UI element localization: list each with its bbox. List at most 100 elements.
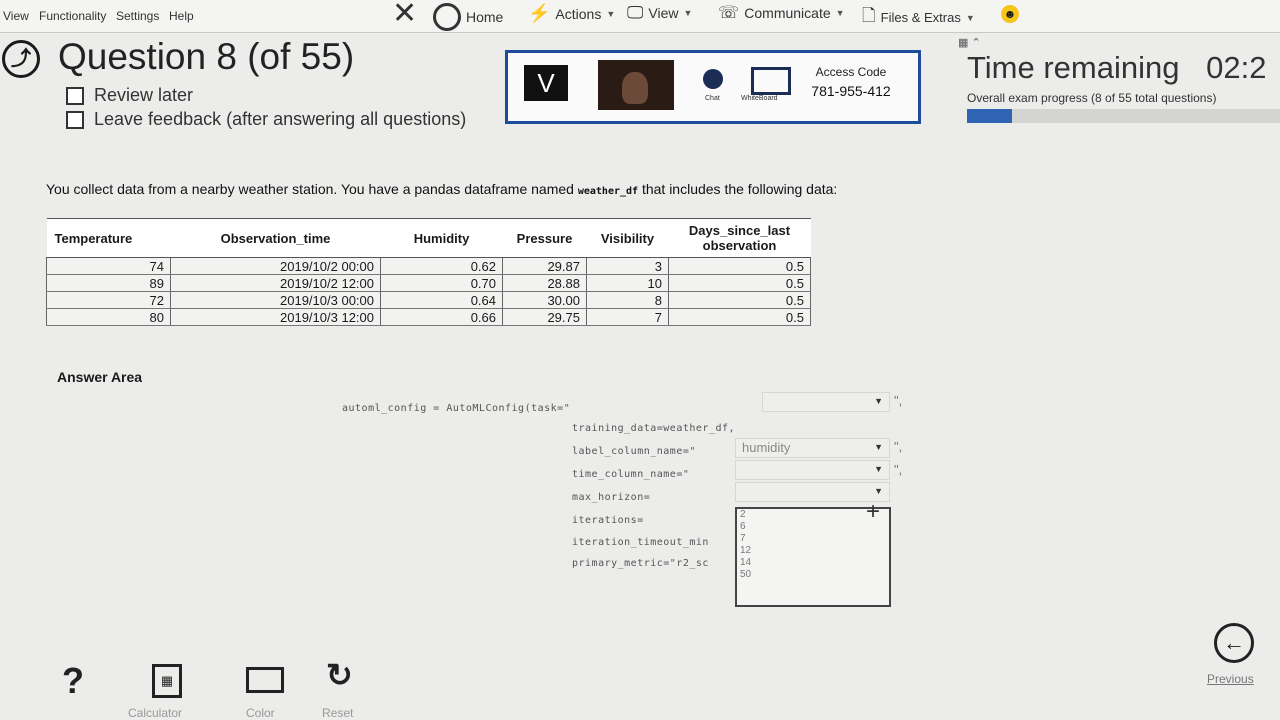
access-code-label: Access Code [815, 65, 887, 79]
list-item[interactable]: 12 [737, 545, 889, 557]
smiley-icon[interactable]: ☻ [1001, 5, 1019, 23]
table-cell: 0.5 [668, 291, 811, 309]
review-later-checkbox[interactable]: Review later [66, 85, 193, 106]
label-column-value: humidity [742, 440, 791, 455]
menu-settings[interactable]: Settings [116, 9, 159, 23]
code-line-primary-metric: primary_metric="r2_sc [572, 558, 709, 569]
menu-functionality[interactable]: Functionality [39, 9, 106, 23]
table-cell: 0.5 [668, 257, 811, 275]
table-cell: 89 [46, 274, 171, 292]
list-item[interactable]: 7 [737, 533, 889, 545]
table-cell: 0.5 [668, 274, 811, 292]
table-header: Observation_time [170, 218, 381, 258]
table-cell: 0.70 [380, 274, 503, 292]
list-item[interactable]: 50 [737, 569, 889, 581]
intro-before: You collect data from a nearby weather s… [46, 181, 578, 197]
table-cell: 2019/10/3 12:00 [170, 308, 381, 326]
leave-feedback-label: Leave feedback (after answering all ques… [94, 109, 467, 129]
code-line-iteration-timeout: iteration_timeout_min [572, 537, 709, 548]
table-header: Pressure [502, 218, 587, 258]
intro-code: weather_df [577, 186, 639, 197]
menu-help[interactable]: Help [169, 9, 194, 23]
weather-table: Temperature Observation_time Humidity Pr… [46, 218, 811, 326]
chevron-down-icon: ▼ [835, 8, 845, 18]
chat-label: Chat [705, 95, 720, 102]
table-header: Visibility [586, 218, 669, 258]
checkbox-icon[interactable] [66, 86, 84, 105]
question-title: Question 8 (of 55) [58, 36, 355, 77]
phone-icon: ☏ [718, 3, 740, 22]
time-column-dropdown[interactable]: ▼ [735, 460, 890, 480]
home-icon [433, 3, 461, 31]
table-cell: 30.00 [502, 291, 587, 309]
close-icon[interactable]: ✕ [392, 0, 417, 31]
top-toolbar: View Functionality Settings Help ✕ Home … [0, 0, 1280, 33]
proctor-logo: V [524, 65, 568, 101]
whiteboard-label: WhiteBoard [741, 95, 778, 102]
code-trail: ", [894, 393, 903, 408]
code-line-training-data: training_data=weather_df, [572, 423, 736, 434]
progress-fill [967, 109, 1013, 123]
communicate-menu[interactable]: ☏ Communicate ▼ [718, 3, 845, 23]
access-code-value: 781-955-412 [811, 83, 891, 99]
checkbox-icon[interactable] [66, 110, 84, 129]
table-cell: 7 [586, 308, 669, 326]
table-row: 72 2019/10/3 00:00 0.64 30.00 8 0.5 [46, 291, 811, 309]
table-cell: 29.75 [502, 308, 587, 326]
actions-menu[interactable]: ⚡ Actions ▼ [528, 3, 615, 24]
monitor-icon: 🖵 [627, 3, 644, 22]
table-cell: 0.64 [380, 291, 503, 309]
time-remaining: Time remaining 02:2 [967, 50, 1266, 86]
home-label: Home [466, 9, 504, 25]
files-label: Files & Extras [880, 10, 961, 25]
color-label: Color [246, 706, 275, 720]
files-extras-menu[interactable]: 🗋 Files & Extras ▼ [862, 3, 975, 32]
view-menu[interactable]: 🖵 View ▼ [627, 3, 692, 23]
home-button[interactable]: Home [433, 3, 503, 31]
table-cell: 29.87 [502, 257, 587, 275]
code-trail: ", [894, 462, 903, 477]
table-cell: 2019/10/3 00:00 [170, 291, 381, 309]
calculator-icon[interactable]: ▦ [152, 664, 182, 698]
label-column-dropdown[interactable]: humidity ▼ [735, 438, 890, 458]
chevron-down-icon: ▼ [874, 396, 883, 406]
leave-feedback-checkbox[interactable]: Leave feedback (after answering all ques… [66, 109, 466, 130]
calculator-label: Calculator [128, 706, 183, 720]
communicate-label: Communicate [744, 5, 831, 21]
table-cell: 74 [46, 257, 171, 275]
progress-text: Overall exam progress (8 of 55 total que… [967, 91, 1217, 105]
table-header: Temperature [46, 218, 171, 258]
code-line-time-column: time_column_name=" [572, 469, 690, 480]
previous-arrow-icon[interactable]: ← [1214, 623, 1254, 663]
table-cell: 2019/10/2 12:00 [170, 274, 381, 292]
menu-view[interactable]: View [3, 9, 29, 23]
code-line-automl-config: automl_config = AutoMLConfig(task=" [342, 403, 571, 414]
table-row: 80 2019/10/3 12:00 0.66 29.75 7 0.5 [46, 308, 811, 326]
previous-label[interactable]: Previous [1207, 672, 1254, 686]
chevron-down-icon: ▼ [874, 486, 883, 496]
task-dropdown[interactable]: ▼ [762, 392, 890, 412]
reset-label: Reset [322, 706, 354, 720]
back-arrow-icon[interactable]: ⤴ [2, 40, 40, 78]
crosshair-cursor-icon: + [866, 498, 881, 525]
table-cell: 10 [586, 274, 669, 292]
table-cell: 8 [586, 291, 669, 309]
table-header-row: Temperature Observation_time Humidity Pr… [46, 218, 811, 258]
progress-bar [967, 109, 1280, 123]
code-line-iterations: iterations= [572, 515, 644, 526]
list-item[interactable]: 14 [737, 557, 889, 569]
webcam-preview [598, 60, 674, 110]
color-icon[interactable] [246, 667, 284, 693]
table-cell: 80 [46, 308, 171, 326]
whiteboard-icon[interactable] [751, 67, 791, 95]
chat-icon[interactable] [703, 69, 723, 89]
grid-icon[interactable]: ▦ ⌃ [958, 36, 981, 49]
webcam-face [622, 72, 648, 104]
review-later-label: Review later [94, 85, 194, 105]
code-line-label-column: label_column_name=" [572, 446, 696, 457]
view-label: View [648, 5, 679, 21]
table-header: Days_since_last observation [668, 218, 811, 258]
help-icon[interactable]: ? [62, 660, 84, 702]
answer-area-label: Answer Area [57, 369, 143, 385]
reset-icon[interactable]: ↻ [326, 656, 353, 694]
